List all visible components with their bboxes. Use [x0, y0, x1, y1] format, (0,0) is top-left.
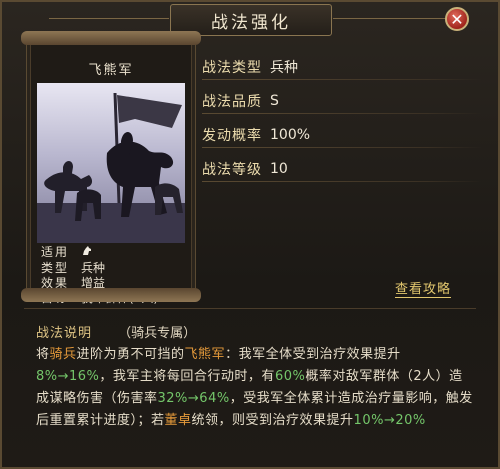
keyword-feixiong: 飞熊军	[184, 347, 226, 362]
tactic-card: 飞熊军 适用 类型 兵种 效果 增益 目标 我军群体(3人)	[21, 31, 201, 305]
description-title: 战法说明	[36, 326, 93, 341]
tactic-artwork	[37, 83, 185, 243]
tactic-name: 飞熊军	[88, 63, 134, 78]
info-row-applicable: 适用	[41, 245, 158, 261]
description-text: 将骑兵进阶为勇不可挡的飞熊军：我军全体受到治疗效果提升8%→16%，我军主将每回…	[36, 347, 473, 428]
tactic-stats: 战法类型 兵种 战法品质 S 发动概率 100% 战法等级 10	[202, 50, 482, 186]
stat-row-type: 战法类型 兵种	[202, 50, 482, 84]
close-button[interactable]: ✕	[445, 7, 469, 31]
info-row-type: 类型 兵种	[41, 261, 106, 275]
description-header: 战法说明 （骑兵专属）	[36, 322, 196, 341]
view-strategy-link[interactable]: 查看攻略	[395, 278, 452, 298]
dialog-title: 战法强化	[211, 12, 291, 33]
info-row-effect: 效果 增益	[41, 276, 106, 290]
cavalry-silhouette-image	[37, 92, 185, 243]
stat-row-probability: 发动概率 100%	[202, 118, 482, 152]
stat-row-level: 战法等级 10	[202, 152, 482, 186]
close-icon: ✕	[450, 9, 464, 29]
value-damage-rate: 32%→64%	[157, 391, 230, 406]
value-trigger-chance: 60%	[274, 369, 306, 384]
tactic-info: 适用 类型 兵种 效果 增益 目标 我军群体(3人)	[41, 245, 158, 306]
value-leader-heal-boost: 10%→20%	[353, 413, 426, 428]
keyword-cavalry: 骑兵	[49, 347, 77, 362]
horse-icon	[83, 246, 91, 255]
keyword-dongzhuo: 董卓	[164, 413, 192, 428]
stat-row-quality: 战法品质 S	[202, 84, 482, 118]
info-row-target: 目标 我军群体(3人)	[41, 291, 158, 305]
description-tag: （骑兵专属）	[118, 326, 197, 341]
value-heal-boost: 8%→16%	[36, 369, 100, 384]
divider	[24, 308, 476, 309]
dialog-frame: 战法强化 ✕ 飞熊军 适用 类型 兵种 效果 增益 目标 我军群体(3人) 战法…	[0, 0, 500, 469]
